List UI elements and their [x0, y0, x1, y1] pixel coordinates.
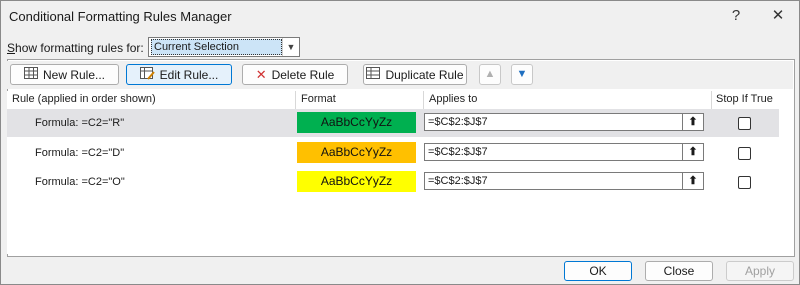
- header-format: Format: [301, 93, 336, 105]
- stop-if-true-checkbox[interactable]: [738, 117, 751, 130]
- applies-to-field[interactable]: =$C$2:$J$7: [424, 172, 684, 190]
- rules-table-header: Rule (applied in order shown) Format App…: [7, 91, 793, 110]
- show-rules-dropdown[interactable]: Current Selection ▼: [148, 37, 300, 57]
- header-divider: [711, 91, 712, 109]
- chevron-down-icon[interactable]: ▼: [282, 38, 299, 56]
- delete-rule-button[interactable]: ✕ Delete Rule: [242, 64, 348, 85]
- header-applies-to: Applies to: [429, 93, 478, 105]
- format-preview: AaBbCcYyZz: [297, 171, 416, 192]
- stop-if-true-checkbox[interactable]: [738, 147, 751, 160]
- help-button[interactable]: ?: [721, 5, 751, 27]
- rule-formula: Formula: =C2="D": [35, 147, 125, 159]
- range-select-icon[interactable]: ⬆: [682, 143, 704, 161]
- range-select-icon[interactable]: ⬆: [682, 172, 704, 190]
- duplicate-grid-icon: [366, 67, 381, 82]
- apply-button[interactable]: Apply: [726, 261, 794, 281]
- header-rule: Rule (applied in order shown): [12, 93, 156, 105]
- format-preview: AaBbCcYyZz: [297, 112, 416, 133]
- new-rule-button[interactable]: New Rule...: [10, 64, 119, 85]
- edit-rule-label: Edit Rule...: [159, 67, 219, 82]
- edit-rule-button[interactable]: Edit Rule...: [126, 64, 232, 85]
- stop-if-true-checkbox[interactable]: [738, 176, 751, 189]
- rules-manager-dialog: Conditional Formatting Rules Manager ? ✕…: [0, 0, 800, 285]
- header-stop-if-true: Stop If True: [716, 93, 773, 105]
- rule-toolbar: New Rule... Edit Rule... ✕ Delete Rule D…: [7, 61, 793, 89]
- edit-grid-icon: [139, 66, 155, 83]
- header-divider: [295, 91, 296, 109]
- delete-rule-label: Delete Rule: [271, 67, 335, 82]
- close-icon[interactable]: ✕: [763, 5, 793, 27]
- range-select-icon[interactable]: ⬆: [682, 113, 704, 131]
- format-preview: AaBbCcYyZz: [297, 142, 416, 163]
- dialog-footer: OK Close Apply: [1, 257, 799, 285]
- duplicate-rule-label: Duplicate Rule: [385, 67, 464, 82]
- delete-x-icon: ✕: [255, 66, 267, 82]
- rule-row[interactable]: Formula: =C2="O" AaBbCcYyZz =$C$2:$J$7 ⬆: [7, 168, 779, 196]
- duplicate-rule-button[interactable]: Duplicate Rule: [363, 64, 467, 85]
- rule-row[interactable]: Formula: =C2="D" AaBbCcYyZz =$C$2:$J$7 ⬆: [7, 139, 779, 167]
- dialog-title: Conditional Formatting Rules Manager: [9, 9, 232, 24]
- show-rules-value: Current Selection: [151, 39, 282, 55]
- move-down-button[interactable]: ▼: [511, 64, 533, 85]
- applies-to-field[interactable]: =$C$2:$J$7: [424, 143, 684, 161]
- rules-list: Formula: =C2="R" AaBbCcYyZz =$C$2:$J$7 ⬆…: [7, 109, 793, 254]
- grid-icon: [23, 67, 38, 82]
- title-bar: Conditional Formatting Rules Manager ? ✕: [1, 1, 799, 31]
- move-up-button[interactable]: ▲: [479, 64, 501, 85]
- applies-to-field[interactable]: =$C$2:$J$7: [424, 113, 684, 131]
- header-divider: [423, 91, 424, 109]
- new-rule-label: New Rule...: [42, 67, 106, 82]
- rule-formula: Formula: =C2="R": [35, 117, 125, 129]
- ok-button[interactable]: OK: [564, 261, 632, 281]
- rule-formula: Formula: =C2="O": [35, 176, 125, 188]
- close-button[interactable]: Close: [645, 261, 713, 281]
- rule-row[interactable]: Formula: =C2="R" AaBbCcYyZz =$C$2:$J$7 ⬆: [7, 109, 779, 137]
- show-rules-label: Show formatting rules for:: [7, 41, 144, 55]
